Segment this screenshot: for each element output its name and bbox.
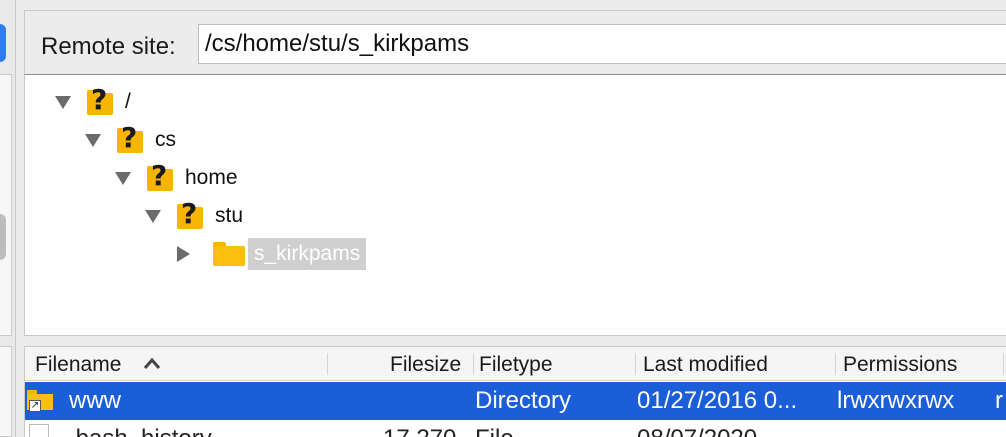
file-list-header: Filename Filesize Filetype Last modified…	[25, 347, 1006, 381]
tree-item-label: /	[125, 90, 131, 113]
file-row-www[interactable]: ↗ www Directory 01/27/2016 0... lrwxrwxr…	[25, 382, 1006, 420]
column-divider[interactable]	[635, 353, 636, 375]
symlink-folder-icon: ↗	[27, 388, 53, 414]
tree-item-home[interactable]: ? home	[113, 159, 238, 197]
folder-icon	[213, 240, 245, 268]
file-size: 17,270	[383, 425, 456, 437]
file-row-bash-history[interactable]: .bash_history 17,270 File 08/07/2020	[25, 420, 1006, 437]
column-header-permissions[interactable]: Permissions	[843, 353, 957, 377]
column-header-filesize[interactable]: Filesize	[390, 353, 461, 377]
local-pane-button[interactable]	[0, 24, 6, 62]
question-folder-icon: ?	[145, 161, 175, 193]
column-header-filetype[interactable]: Filetype	[479, 353, 553, 377]
tree-item-stu[interactable]: ? stu	[143, 197, 243, 235]
local-tree-edge	[0, 74, 12, 336]
file-icon	[29, 424, 49, 437]
file-name: .bash_history	[69, 425, 212, 437]
remote-file-list: Filename Filesize Filetype Last modified…	[24, 346, 1006, 437]
expanded-triangle-icon[interactable]	[113, 168, 133, 188]
tree-item-label: home	[185, 166, 238, 189]
file-owner: r	[995, 387, 1003, 414]
tree-item-label: s_kirkpams	[248, 238, 367, 270]
remote-site-path-input[interactable]	[198, 24, 1006, 64]
column-divider[interactable]	[835, 353, 836, 375]
tree-item-cs[interactable]: ? cs	[83, 121, 176, 159]
file-type: Directory	[475, 387, 572, 414]
expanded-triangle-icon[interactable]	[83, 130, 103, 150]
sort-ascending-icon[interactable]	[143, 356, 161, 370]
column-divider[interactable]	[327, 353, 328, 375]
question-folder-icon: ?	[175, 199, 205, 231]
question-folder-icon: ?	[115, 123, 145, 155]
collapsed-triangle-icon[interactable]	[173, 244, 193, 264]
column-header-last-modified[interactable]: Last modified	[643, 353, 768, 377]
column-divider[interactable]	[1003, 353, 1004, 375]
file-name: www	[69, 387, 121, 414]
tree-item-s-kirkpams[interactable]: s_kirkpams	[173, 235, 367, 273]
remote-site-label: Remote site:	[41, 33, 176, 60]
file-type: File	[475, 425, 514, 437]
expanded-triangle-icon[interactable]	[143, 206, 163, 226]
local-scrollbar[interactable]	[0, 214, 6, 260]
file-permissions: lrwxrwxrwx	[837, 387, 955, 414]
remote-directory-tree: ? / ? cs ? home ? stu s_kirkpams	[24, 74, 1006, 336]
tree-item-label: stu	[215, 204, 244, 227]
column-header-filename[interactable]: Filename	[35, 353, 121, 377]
file-modified: 08/07/2020	[637, 425, 757, 437]
file-modified: 01/27/2016 0...	[637, 387, 798, 414]
filezilla-window: Remote site: ? / ? cs ? home ? stu s_kir…	[0, 0, 1006, 437]
tree-item-root[interactable]: ? /	[53, 83, 131, 121]
question-folder-icon: ?	[85, 85, 115, 117]
column-divider[interactable]	[473, 353, 474, 375]
remote-site-bar: Remote site:	[24, 10, 1006, 74]
tree-item-label: cs	[155, 128, 176, 151]
local-pane-edge	[0, 0, 16, 437]
expanded-triangle-icon[interactable]	[53, 92, 73, 112]
local-list-edge	[0, 346, 12, 437]
